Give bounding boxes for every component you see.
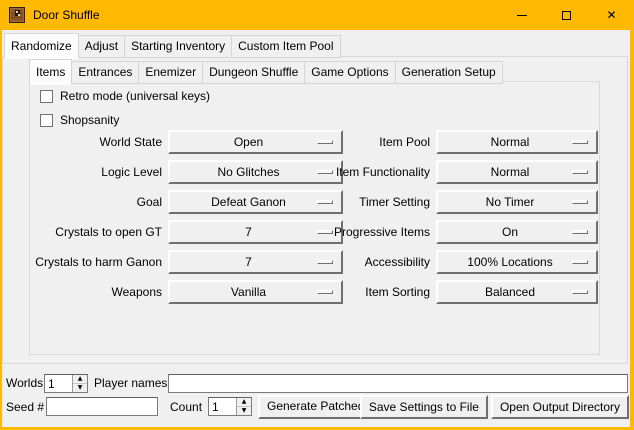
checkbox-label: Retro mode (universal keys) <box>60 89 210 103</box>
worlds-spinner: ▲ ▼ <box>44 374 88 393</box>
open-output-directory-button[interactable]: Open Output Directory <box>491 395 629 419</box>
tab-game-options[interactable]: Game Options <box>304 61 395 84</box>
settings-column-left: World StateOpen Logic LevelNo Glitches Goa… <box>34 130 343 310</box>
titlebar: Door Shuffle ✕ <box>0 0 634 30</box>
main-tab-bar: RandomizeAdjustStarting InventoryCustom … <box>4 32 341 58</box>
setting-row-crystals-to-open-gt: Crystals to open GT7 <box>34 220 343 244</box>
save-settings-button[interactable]: Save Settings to File <box>360 395 488 419</box>
setting-row-timer-setting: Timer SettingNo Timer <box>302 190 598 214</box>
window-title: Door Shuffle <box>33 8 100 22</box>
tab-enemizer[interactable]: Enemizer <box>138 61 203 84</box>
dropdown-indicator-icon <box>572 260 588 264</box>
dropdown-indicator-icon <box>572 140 588 144</box>
setting-row-crystals-to-harm-ganon: Crystals to harm Ganon7 <box>34 250 343 274</box>
window-controls: ✕ <box>499 0 634 30</box>
tab-adjust[interactable]: Adjust <box>78 35 125 58</box>
checkbox-area: Retro mode (universal keys) Shopsanity <box>40 88 210 136</box>
setting-label: Logic Level <box>34 165 168 179</box>
setting-row-accessibility: Accessibility100% Locations <box>302 250 598 274</box>
dropdown-indicator-icon <box>572 230 588 234</box>
accessibility-dropdown[interactable]: 100% Locations <box>436 250 598 274</box>
setting-label: Crystals to harm Ganon <box>34 255 168 269</box>
setting-label: Progressive Items <box>302 225 436 239</box>
minimize-icon <box>517 15 527 16</box>
timer-setting-dropdown[interactable]: No Timer <box>436 190 598 214</box>
shopsanity-checkbox[interactable] <box>40 114 53 127</box>
close-button[interactable]: ✕ <box>589 0 634 30</box>
tab-entrances[interactable]: Entrances <box>71 61 139 84</box>
randomize-pane: ItemsEntrancesEnemizerDungeon ShuffleGam… <box>2 56 628 364</box>
setting-label: Accessibility <box>302 255 436 269</box>
setting-row-item-sorting: Item SortingBalanced <box>302 280 598 304</box>
minimize-button[interactable] <box>499 0 544 30</box>
dropdown-indicator-icon <box>572 170 588 174</box>
worlds-spinner-arrows: ▲ ▼ <box>72 375 87 392</box>
tab-items[interactable]: Items <box>29 59 72 85</box>
items-pane: Retro mode (universal keys) Shopsanity Wo… <box>29 81 600 355</box>
window-body: RandomizeAdjustStarting InventoryCustom … <box>2 30 630 427</box>
retro-mode-universal-keys-checkbox[interactable] <box>40 90 53 103</box>
count-spinner: ▲ ▼ <box>208 397 252 416</box>
worlds-label: Worlds <box>6 374 43 393</box>
setting-row-logic-level: Logic LevelNo Glitches <box>34 160 343 184</box>
close-icon: ✕ <box>606 9 616 21</box>
checkbox-label: Shopsanity <box>60 113 119 127</box>
worlds-decrement-icon[interactable]: ▼ <box>73 384 87 392</box>
worlds-increment-icon[interactable]: ▲ <box>73 375 87 384</box>
setting-label: Crystals to open GT <box>34 225 168 239</box>
item-functionality-dropdown[interactable]: Normal <box>436 160 598 184</box>
tab-starting-inventory[interactable]: Starting Inventory <box>124 35 232 58</box>
sub-tab-bar: ItemsEntrancesEnemizerDungeon ShuffleGam… <box>29 58 503 84</box>
setting-label: Item Pool <box>302 135 436 149</box>
dropdown-indicator-icon <box>572 290 588 294</box>
checkbox-row-retro-mode-universal-keys: Retro mode (universal keys) <box>40 88 210 104</box>
tab-dungeon-shuffle[interactable]: Dungeon Shuffle <box>202 61 305 84</box>
count-increment-icon[interactable]: ▲ <box>237 398 251 407</box>
maximize-button[interactable] <box>544 0 589 30</box>
setting-row-weapons: WeaponsVanilla <box>34 280 343 304</box>
seed-label: Seed # <box>6 398 44 417</box>
setting-row-world-state: World StateOpen <box>34 130 343 154</box>
tab-randomize[interactable]: Randomize <box>4 33 79 59</box>
progressive-items-dropdown[interactable]: On <box>436 220 598 244</box>
setting-label: World State <box>34 135 168 149</box>
item-pool-dropdown[interactable]: Normal <box>436 130 598 154</box>
setting-row-goal: GoalDefeat Ganon <box>34 190 343 214</box>
checkbox-row-shopsanity: Shopsanity <box>40 112 210 128</box>
setting-row-item-functionality: Item FunctionalityNormal <box>302 160 598 184</box>
setting-label: Goal <box>34 195 168 209</box>
setting-row-item-pool: Item PoolNormal <box>302 130 598 154</box>
tab-custom-item-pool[interactable]: Custom Item Pool <box>231 35 340 58</box>
count-decrement-icon[interactable]: ▼ <box>237 407 251 415</box>
setting-row-progressive-items: Progressive ItemsOn <box>302 220 598 244</box>
setting-label: Item Sorting <box>302 285 436 299</box>
count-spinner-arrows: ▲ ▼ <box>236 398 251 415</box>
item-sorting-dropdown[interactable]: Balanced <box>436 280 598 304</box>
dropdown-indicator-icon <box>572 200 588 204</box>
maximize-icon <box>562 11 571 20</box>
count-input[interactable] <box>209 398 236 415</box>
seed-input[interactable] <box>46 397 158 416</box>
player-names-input[interactable] <box>168 374 628 393</box>
bottom-right-buttons: Save Settings to File Open Output Direct… <box>360 395 629 419</box>
tab-generation-setup[interactable]: Generation Setup <box>395 61 503 84</box>
count-label: Count <box>170 398 202 417</box>
setting-label: Weapons <box>34 285 168 299</box>
app-icon <box>9 7 25 23</box>
worlds-input[interactable] <box>45 375 72 392</box>
setting-label: Timer Setting <box>302 195 436 209</box>
player-names-label: Player names <box>94 374 167 393</box>
setting-label: Item Functionality <box>302 165 436 179</box>
settings-column-right: Item PoolNormalItem FunctionalityNormalT… <box>302 130 598 310</box>
app-window: Door Shuffle ✕ RandomizeAdjustStarting I… <box>0 0 634 430</box>
